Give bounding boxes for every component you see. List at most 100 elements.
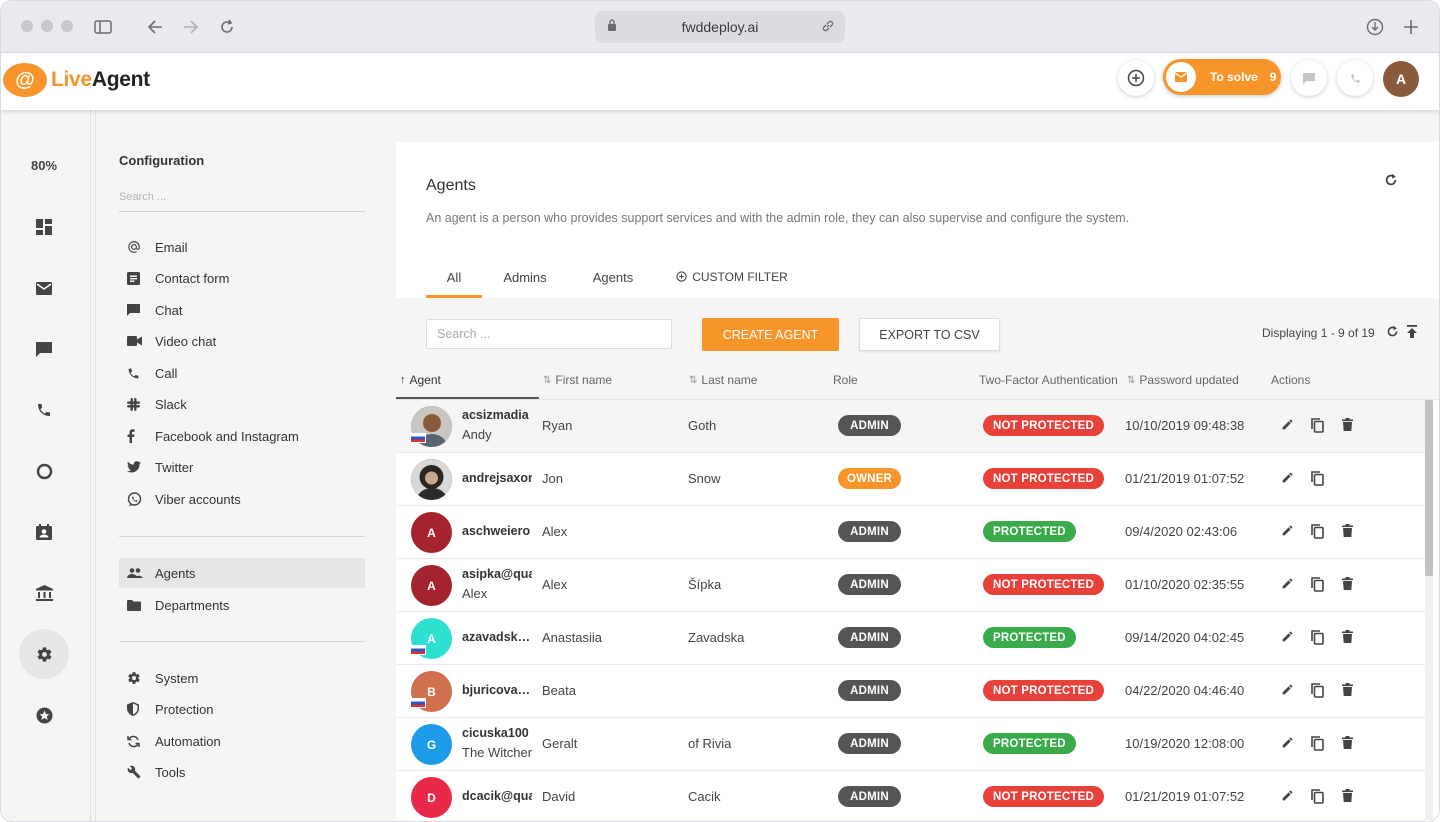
refresh-icon[interactable] <box>1384 173 1398 190</box>
delete-icon[interactable] <box>1342 683 1353 699</box>
delete-icon[interactable] <box>1342 524 1353 540</box>
agent-username[interactable]: asipka@qua <box>462 567 532 581</box>
agent-username[interactable]: aschweiero <box>462 524 532 538</box>
sidebar-item-contact-form[interactable]: Contact form <box>119 263 365 293</box>
sidebar-item-protection[interactable]: Protection <box>119 694 365 724</box>
settings-icon[interactable] <box>19 629 69 679</box>
back-arrow-icon[interactable] <box>143 15 167 39</box>
sidebar-item-email[interactable]: Email <box>119 232 365 262</box>
copy-icon[interactable] <box>1311 789 1324 807</box>
dashboard-icon[interactable] <box>19 202 69 252</box>
agent-username[interactable]: bjuricova@... <box>462 683 532 697</box>
column-header-role[interactable]: Role <box>833 373 858 387</box>
table-scrollbar-thumb[interactable] <box>1425 400 1433 576</box>
call-status-button[interactable] <box>1337 60 1373 96</box>
edit-icon[interactable] <box>1281 524 1294 540</box>
chat-status-button[interactable] <box>1291 60 1327 96</box>
tab-admins[interactable]: Admins <box>496 264 554 298</box>
sidebar-item-agents[interactable]: Agents <box>119 558 365 588</box>
edit-icon[interactable] <box>1281 683 1294 699</box>
delete-icon[interactable] <box>1342 630 1353 646</box>
reload-table-icon[interactable] <box>1386 325 1399 341</box>
delete-icon[interactable] <box>1342 418 1353 434</box>
window-close-button[interactable] <box>21 20 33 32</box>
create-agent-button[interactable]: CREATE AGENT <box>702 318 839 351</box>
agent-username[interactable]: azavadska... <box>462 630 532 644</box>
downloads-icon[interactable] <box>1363 15 1387 39</box>
table-row[interactable]: D dcacik@qua David Cacik ADMIN NOT PROTE… <box>396 771 1426 821</box>
add-button[interactable] <box>1118 60 1154 96</box>
table-row[interactable]: andrejsaxon Jon Snow OWNER NOT PROTECTED… <box>396 453 1426 506</box>
window-minimize-button[interactable] <box>41 20 53 32</box>
sidebar-item-twitter[interactable]: Twitter <box>119 452 365 482</box>
delete-icon[interactable] <box>1342 789 1353 805</box>
reports-icon[interactable] <box>19 446 69 496</box>
table-row[interactable]: A asipka@qua Alex Alex Šípka ADMIN NOT P… <box>396 559 1426 612</box>
sidebar-item-departments[interactable]: Departments <box>119 590 365 620</box>
sidebar-item-automation[interactable]: Automation <box>119 726 365 756</box>
delete-icon[interactable] <box>1342 736 1353 752</box>
config-search-input[interactable] <box>119 186 365 212</box>
copy-icon[interactable] <box>1311 471 1324 489</box>
copy-icon[interactable] <box>1311 736 1324 754</box>
contacts-icon[interactable] <box>19 507 69 557</box>
new-tab-icon[interactable] <box>1399 15 1423 39</box>
table-row[interactable]: A aschweiero Alex ADMIN PROTECTED 09/4/2… <box>396 506 1426 559</box>
forward-arrow-icon[interactable] <box>179 15 203 39</box>
table-row[interactable]: G cicuska100 The Witcher Geralt of Rivia… <box>396 718 1426 771</box>
mail-icon[interactable] <box>19 263 69 313</box>
column-header-password-updated[interactable]: ⇅ Password updated <box>1127 373 1239 387</box>
sidebar-item-facebook[interactable]: Facebook and Instagram <box>119 421 365 451</box>
sidebar-item-slack[interactable]: Slack <box>119 389 365 419</box>
chat-icon[interactable] <box>19 324 69 374</box>
tab-custom-filter[interactable]: CUSTOM FILTER <box>676 264 788 298</box>
agent-username[interactable]: dcacik@qua <box>462 789 532 803</box>
agent-username[interactable]: andrejsaxon <box>462 471 532 485</box>
tab-agents[interactable]: Agents <box>586 264 640 298</box>
table-row[interactable]: acsizmadia Andy Ryan Goth ADMIN NOT PROT… <box>396 400 1426 453</box>
column-header-last-name[interactable]: ⇅ Last name <box>689 373 757 387</box>
agents-search-input[interactable] <box>426 319 672 349</box>
reload-icon[interactable] <box>215 15 239 39</box>
column-header-tfa[interactable]: Two-Factor Authentication <box>979 373 1118 387</box>
edit-icon[interactable] <box>1281 471 1294 487</box>
to-solve-button[interactable]: To solve 9 <box>1163 59 1281 95</box>
copy-icon[interactable] <box>1311 418 1324 436</box>
copy-icon[interactable] <box>1311 577 1324 595</box>
plugins-icon[interactable] <box>19 690 69 740</box>
edit-icon[interactable] <box>1281 418 1294 434</box>
sidebar-item-system[interactable]: System <box>119 663 365 693</box>
table-row[interactable]: A azavadska... Anastasiia Zavadska ADMIN… <box>396 612 1426 665</box>
user-avatar[interactable]: A <box>1383 61 1419 97</box>
edit-icon[interactable] <box>1281 736 1294 752</box>
delete-icon[interactable] <box>1342 577 1353 593</box>
column-header-first-name[interactable]: ⇅ First name <box>543 373 612 387</box>
copy-icon[interactable] <box>1311 630 1324 648</box>
address-bar[interactable]: fwddeploy.ai <box>595 11 845 43</box>
sidebar-item-tools[interactable]: Tools <box>119 757 365 787</box>
copy-icon[interactable] <box>1311 683 1324 701</box>
knowledgebase-icon[interactable] <box>19 568 69 618</box>
liveagent-logo[interactable]: @ LiveAgent <box>3 60 150 100</box>
sidebar-item-viber[interactable]: Viber accounts <box>119 484 365 514</box>
copy-icon[interactable] <box>1311 524 1324 542</box>
edit-icon[interactable] <box>1281 630 1294 646</box>
sidebar-toggle-icon[interactable] <box>91 15 115 39</box>
agents-panel: Agents An agent is a person who provides… <box>396 142 1439 821</box>
column-header-agent[interactable]: ↑ Agent <box>400 373 441 387</box>
edit-icon[interactable] <box>1281 789 1294 805</box>
phone-icon[interactable] <box>19 385 69 435</box>
link-icon[interactable] <box>821 19 835 36</box>
edit-icon[interactable] <box>1281 577 1294 593</box>
scroll-top-icon[interactable] <box>1406 325 1418 341</box>
tab-all[interactable]: All <box>426 264 482 298</box>
window-zoom-button[interactable] <box>61 20 73 32</box>
agent-username[interactable]: acsizmadia <box>462 408 532 422</box>
sidebar-item-video-chat[interactable]: Video chat <box>119 326 365 356</box>
sidebar-item-call[interactable]: Call <box>119 358 365 388</box>
table-row[interactable]: B bjuricova@... Beata ADMIN NOT PROTECTE… <box>396 665 1426 718</box>
zoom-level[interactable]: 80% <box>1 158 87 173</box>
agent-username[interactable]: cicuska100 <box>462 726 532 740</box>
sidebar-item-chat[interactable]: Chat <box>119 295 365 325</box>
export-csv-button[interactable]: EXPORT TO CSV <box>859 318 1000 351</box>
